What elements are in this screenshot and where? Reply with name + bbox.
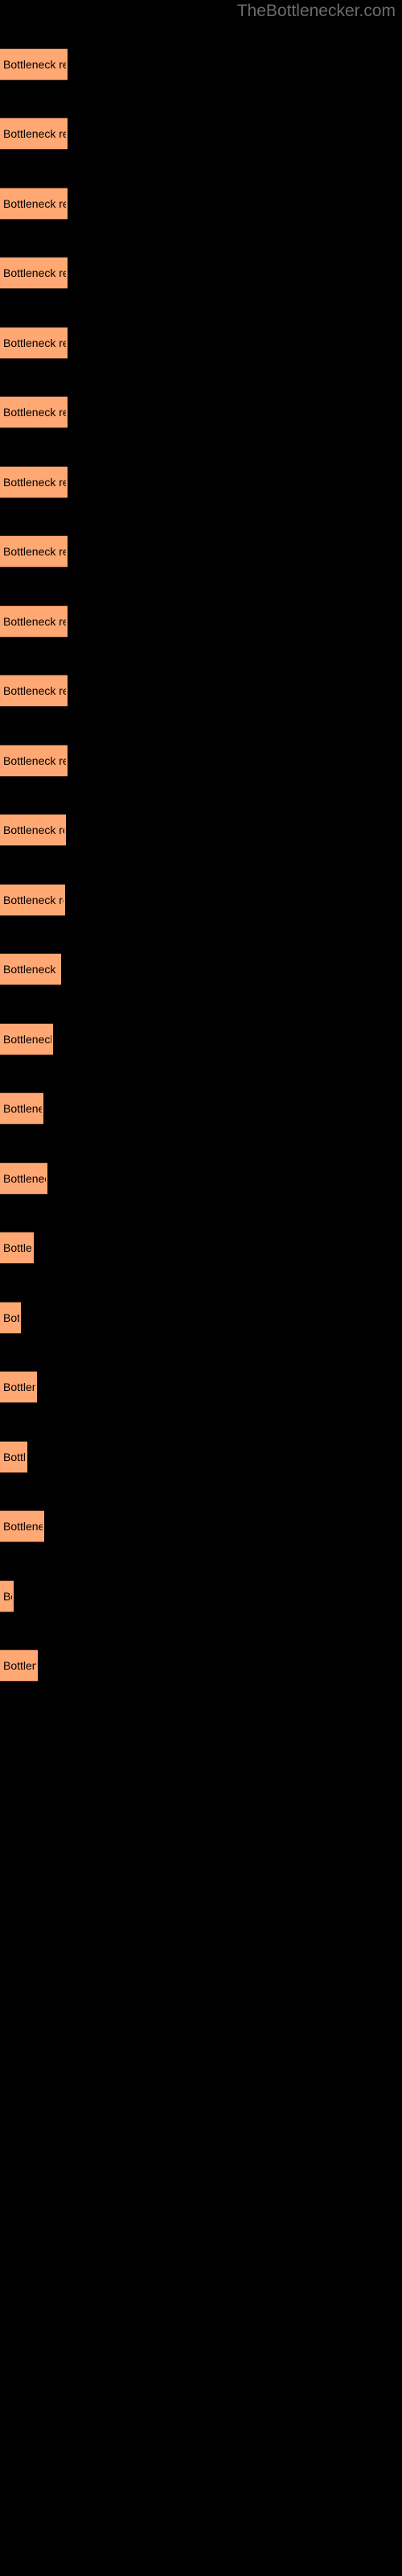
bar-row: Bottleneck result bbox=[0, 188, 68, 220]
bar[interactable] bbox=[0, 1232, 34, 1264]
bar-row: Bottleneck result bbox=[0, 1162, 47, 1195]
bar-row: Bottleneck result bbox=[0, 675, 68, 707]
bar[interactable] bbox=[0, 814, 66, 846]
bar-row: Bottleneck result bbox=[0, 48, 68, 80]
bar[interactable] bbox=[0, 1162, 47, 1195]
bar-row: Bottleneck result bbox=[0, 1371, 37, 1403]
bar[interactable] bbox=[0, 535, 68, 568]
bar-row: Bottleneck result bbox=[0, 605, 68, 638]
bar[interactable] bbox=[0, 188, 68, 220]
bar[interactable] bbox=[0, 327, 68, 359]
bar[interactable] bbox=[0, 1092, 43, 1125]
bar[interactable] bbox=[0, 1302, 21, 1334]
bar-row: Bottleneck result bbox=[0, 396, 68, 428]
bar-row: Bottleneck result bbox=[0, 1510, 44, 1542]
bar-row: Bottleneck result bbox=[0, 327, 68, 359]
bar[interactable] bbox=[0, 884, 65, 916]
bar-row: Bottleneck result bbox=[0, 118, 68, 150]
bar-row: Bottleneck result bbox=[0, 1092, 43, 1125]
bar-row: Bottleneck result bbox=[0, 466, 68, 498]
bar[interactable] bbox=[0, 118, 68, 150]
bar-row: Bottleneck result bbox=[0, 257, 68, 289]
bar[interactable] bbox=[0, 48, 68, 80]
bar-row: Bottleneck result bbox=[0, 953, 61, 985]
bar[interactable] bbox=[0, 605, 68, 638]
bar-row: Bottleneck result bbox=[0, 745, 68, 777]
bar[interactable] bbox=[0, 257, 68, 289]
bar[interactable] bbox=[0, 675, 68, 707]
bar[interactable] bbox=[0, 1649, 38, 1682]
bar[interactable] bbox=[0, 953, 61, 985]
bar-row: Bottleneck result bbox=[0, 884, 65, 916]
bar-row: Bottleneck result bbox=[0, 814, 66, 846]
bar-row: Bottleneck result bbox=[0, 535, 68, 568]
bar-row: Bottleneck result bbox=[0, 1232, 34, 1264]
bar[interactable] bbox=[0, 1510, 44, 1542]
bar-row: Bottleneck result bbox=[0, 1302, 21, 1334]
bar[interactable] bbox=[0, 1580, 14, 1612]
bar[interactable] bbox=[0, 1441, 27, 1473]
bar-row: Bottleneck result bbox=[0, 1441, 27, 1473]
bar-row: Bottleneck result bbox=[0, 1580, 14, 1612]
bar-chart: Bottleneck result Bottleneck result Bottle… bbox=[0, 0, 402, 2576]
bar[interactable] bbox=[0, 1023, 53, 1055]
bar[interactable] bbox=[0, 466, 68, 498]
bar-row: Bottleneck result bbox=[0, 1023, 53, 1055]
bar[interactable] bbox=[0, 1371, 37, 1403]
bar[interactable] bbox=[0, 745, 68, 777]
bar-row: Bottleneck result bbox=[0, 1649, 38, 1682]
bar[interactable] bbox=[0, 396, 68, 428]
